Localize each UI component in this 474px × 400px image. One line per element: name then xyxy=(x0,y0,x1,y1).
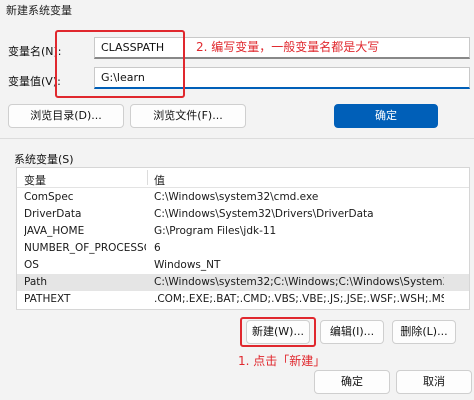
row-value: C:\Windows\system32;C:\Windows;C:\Window… xyxy=(154,276,444,288)
row-value: 6 xyxy=(154,242,161,254)
table-header: 变量 值 xyxy=(17,168,469,188)
variable-value-label: 变量值(V): xyxy=(8,75,61,88)
row-value: C:\Windows\System32\Drivers\DriverData xyxy=(154,208,374,220)
table-row[interactable]: ComSpec C:\Windows\system32\cmd.exe xyxy=(17,189,469,206)
row-name: NUMBER_OF_PROCESSORS xyxy=(24,242,146,254)
table-row-selected[interactable]: Path C:\Windows\system32;C:\Windows;C:\W… xyxy=(17,274,469,291)
ok-button-bottom[interactable]: 确定 xyxy=(314,370,390,394)
edit-button[interactable]: 编辑(I)... xyxy=(320,320,384,344)
annotation-step1: 1. 点击「新建」 xyxy=(238,354,326,368)
row-value: .COM;.EXE;.BAT;.CMD;.VBS;.VBE;.JS;.JSE;.… xyxy=(154,293,444,305)
browse-directory-button[interactable]: 浏览目录(D)... xyxy=(8,104,124,128)
table-row[interactable]: NUMBER_OF_PROCESSORS 6 xyxy=(17,240,469,257)
table-row[interactable]: OS Windows_NT xyxy=(17,257,469,274)
column-header-variable[interactable]: 变量 xyxy=(24,172,46,188)
annotation-box-fields xyxy=(55,30,185,98)
row-name: ComSpec xyxy=(24,191,74,203)
browse-file-button[interactable]: 浏览文件(F)... xyxy=(130,104,246,128)
row-value: C:\Windows\system32\cmd.exe xyxy=(154,191,319,203)
row-name: Path xyxy=(24,276,48,288)
system-vars-table[interactable]: 变量 值 ComSpec C:\Windows\system32\cmd.exe… xyxy=(16,167,470,310)
annotation-step2: 2. 编写变量，一般变量名都是大写 xyxy=(196,40,380,54)
row-value: Windows_NT xyxy=(154,259,221,271)
divider xyxy=(0,138,474,139)
dialog-title: 新建系统变量 xyxy=(6,4,72,17)
column-divider[interactable] xyxy=(147,170,148,185)
table-row[interactable]: DriverData C:\Windows\System32\Drivers\D… xyxy=(17,206,469,223)
annotation-box-new xyxy=(240,317,316,347)
row-name: PATHEXT xyxy=(24,293,71,305)
cancel-button-bottom[interactable]: 取消 xyxy=(396,370,472,394)
variable-name-label: 变量名(N): xyxy=(8,45,62,58)
column-header-value[interactable]: 值 xyxy=(154,172,165,188)
row-name: OS xyxy=(24,259,39,271)
row-name: DriverData xyxy=(24,208,82,220)
table-row[interactable]: PATHEXT .COM;.EXE;.BAT;.CMD;.VBS;.VBE;.J… xyxy=(17,291,469,308)
system-vars-section-label: 系统变量(S) xyxy=(14,153,74,166)
ok-button-top[interactable]: 确定 xyxy=(334,104,438,128)
row-name: JAVA_HOME xyxy=(24,225,85,237)
table-row[interactable]: JAVA_HOME G:\Program Files\jdk-11 xyxy=(17,223,469,240)
row-value: G:\Program Files\jdk-11 xyxy=(154,225,277,237)
delete-button[interactable]: 删除(L)... xyxy=(392,320,456,344)
